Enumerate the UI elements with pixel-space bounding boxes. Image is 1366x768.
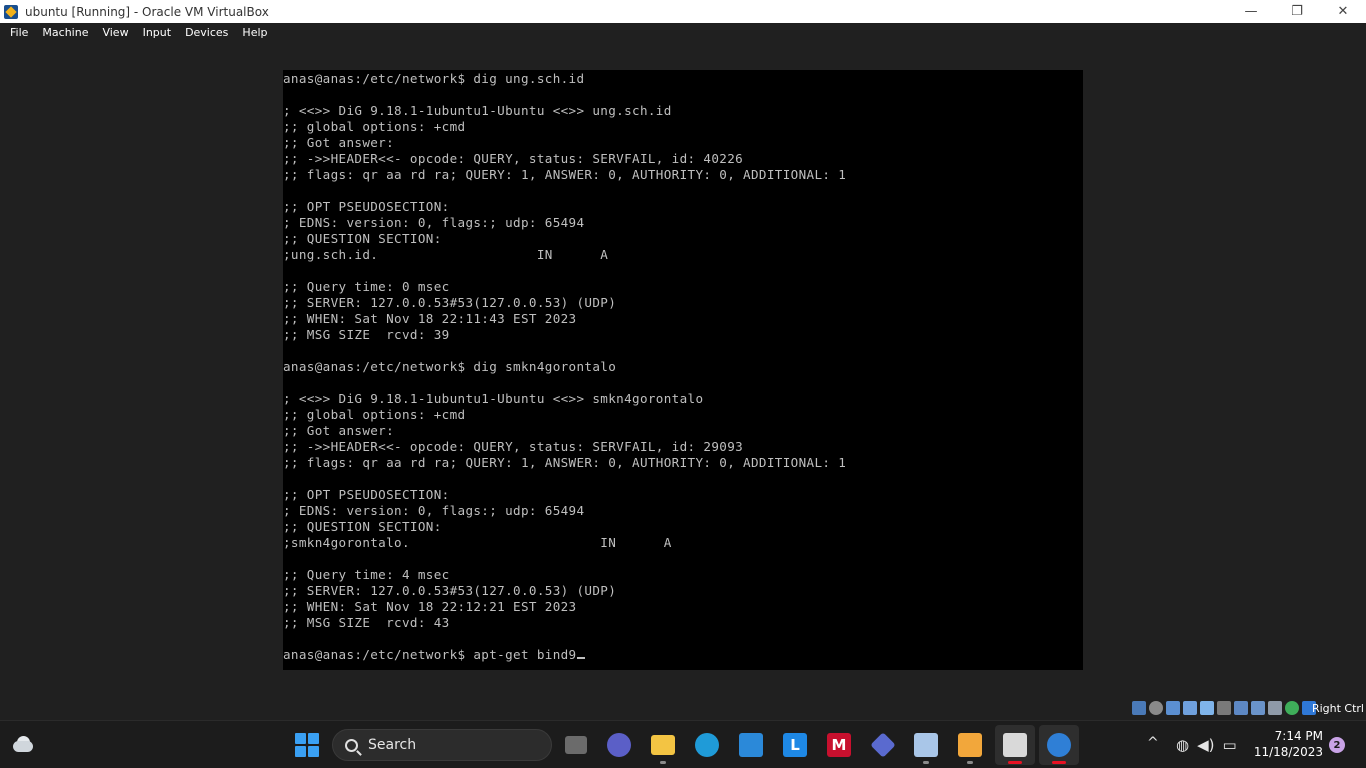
running-indicator [660,761,666,764]
running-indicator [967,761,973,764]
mouse-integration-icon[interactable] [1285,701,1299,715]
volume-icon[interactable]: ◀) [1197,736,1214,754]
running-indicator [923,761,929,764]
menu-file[interactable]: File [3,26,35,39]
search-icon [345,738,358,752]
language-globe-icon[interactable]: ◍ [1176,736,1189,754]
hard-disk-icon[interactable] [1132,701,1146,715]
battery-icon[interactable]: ▭ [1222,736,1236,754]
taskbar-search[interactable]: Search [332,729,552,761]
weather-widget-icon[interactable] [11,735,35,755]
taskbar-app-snipping[interactable] [995,725,1035,765]
l-app-icon: L [783,733,807,757]
edge-icon [695,733,719,757]
task-view-icon [565,736,587,754]
menu-help[interactable]: Help [235,26,274,39]
taskbar-app-l[interactable]: L [775,725,815,765]
menu-bar: File Machine View Input Devices Help [0,23,1366,42]
meet-icon [607,733,631,757]
running-indicator [1008,761,1022,764]
window-controls: — ❐ ✕ [1228,0,1366,23]
taskbar-app-virtualbox[interactable] [906,725,946,765]
virtualbox-logo-icon [3,4,19,20]
task-view-button[interactable] [556,725,596,765]
windows-taskbar: Search L M ^ ◍ ◀) ▭ 7:14 PM 11/18/2023 2 [0,720,1366,768]
active-vm-icon [1047,733,1071,757]
terminal-history: anas@anas:/etc/network$ dig ung.sch.id ;… [283,71,847,630]
taskbar-app-mcafee[interactable]: M [819,725,859,765]
taskbar-clock[interactable]: 7:14 PM 11/18/2023 [1254,728,1323,760]
taskbar-app-meet[interactable] [599,725,639,765]
running-indicator [1052,761,1066,764]
shared-folders-icon[interactable] [1217,701,1231,715]
mcafee-icon: M [827,733,851,757]
tray-icons: ◍ ◀) ▭ [1176,736,1237,754]
vm-console-screen[interactable]: anas@anas:/etc/network$ dig ung.sch.id ;… [283,70,1083,670]
vpn-icon [870,732,896,758]
audio-icon[interactable] [1166,701,1180,715]
menu-machine[interactable]: Machine [35,26,95,39]
close-button[interactable]: ✕ [1320,0,1366,23]
terminal-command-line: anas@anas:/etc/network$ apt-get bind9 [283,647,577,662]
search-label: Search [368,737,417,753]
taskbar-app-vpn[interactable] [863,725,903,765]
start-button[interactable] [295,733,319,757]
clock-date: 11/18/2023 [1253,745,1323,759]
taskbar-app-active-vm[interactable] [1039,725,1079,765]
taskbar-app-store[interactable] [731,725,771,765]
cpu-icon[interactable] [1268,701,1282,715]
usb-icon[interactable] [1200,701,1214,715]
taskbar-app-edge[interactable] [687,725,727,765]
folder-icon [651,735,675,755]
host-key-label: Right Ctrl [1311,702,1364,715]
terminal-cursor [576,647,585,659]
display-icon[interactable] [1234,701,1248,715]
window-title: ubuntu [Running] - Oracle VM VirtualBox [25,4,269,19]
show-hidden-icons-chevron-icon[interactable]: ^ [1147,735,1159,751]
virtualbox-icon [914,733,938,757]
optical-drive-icon[interactable] [1149,701,1163,715]
network-icon[interactable] [1183,701,1197,715]
taskbar-app-explorer[interactable] [643,725,683,765]
status-icons [1132,701,1316,715]
menu-input[interactable]: Input [136,26,178,39]
menu-devices[interactable]: Devices [178,26,235,39]
paint-icon [958,733,982,757]
menu-view[interactable]: View [95,26,135,39]
taskbar-app-paint[interactable] [950,725,990,765]
clock-time: 7:14 PM [1274,729,1323,743]
terminal-output: anas@anas:/etc/network$ dig ung.sch.id ;… [283,70,1083,663]
vm-status-bar: Right Ctrl [0,698,1366,720]
store-icon [739,733,763,757]
notification-badge[interactable]: 2 [1329,737,1345,753]
window-titlebar: ubuntu [Running] - Oracle VM VirtualBox … [0,0,1366,23]
snipping-tool-icon [1003,733,1027,757]
video-capture-icon[interactable] [1251,701,1265,715]
maximize-button[interactable]: ❐ [1274,0,1320,23]
minimize-button[interactable]: — [1228,0,1274,23]
